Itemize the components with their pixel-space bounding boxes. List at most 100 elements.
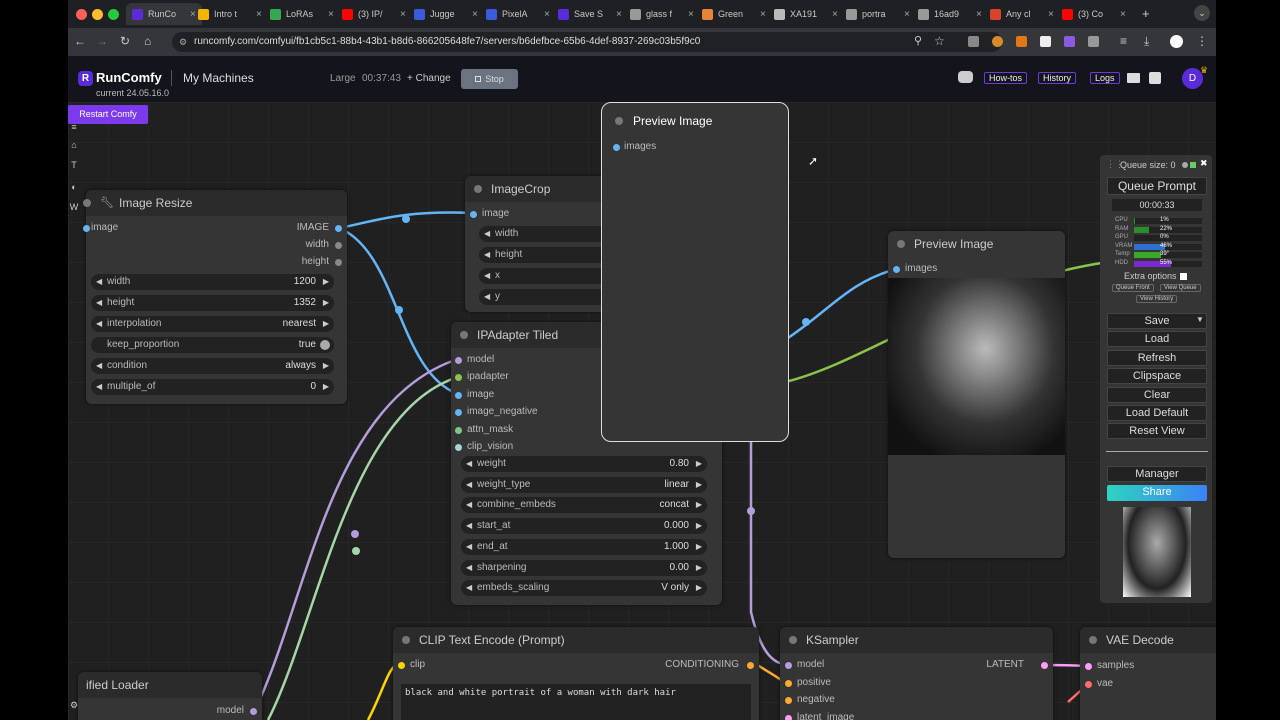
input-pin[interactable] xyxy=(893,266,900,273)
output-pin[interactable] xyxy=(335,225,342,232)
tab-close-icon[interactable]: × xyxy=(1048,9,1054,20)
node-canvas[interactable]: 🔧︎ Image Resize image IMAGE width height … xyxy=(68,102,1216,720)
image-resize-node[interactable]: 🔧︎ Image Resize image IMAGE width height … xyxy=(83,190,347,404)
restart-comfy-button[interactable]: Restart Comfy xyxy=(68,105,148,124)
input-pin[interactable] xyxy=(455,444,462,451)
arrow-right-icon[interactable]: ▶ xyxy=(696,518,702,534)
site-info-icon[interactable]: ⚙ xyxy=(179,32,187,52)
camera-extension-icon[interactable] xyxy=(968,36,979,47)
my-machines-link[interactable]: My Machines xyxy=(183,71,254,85)
ksampler-node[interactable]: KSampler model positive negative latent_ima… xyxy=(780,627,1053,720)
arrow-right-icon[interactable]: ▶ xyxy=(323,379,329,395)
collapse-dot[interactable] xyxy=(1089,636,1097,644)
reroute-dot[interactable] xyxy=(747,507,755,515)
collapse-dot[interactable] xyxy=(402,636,410,644)
tab-9[interactable]: XA191 × xyxy=(774,3,838,25)
widget-weight[interactable]: ◀ weight 0.80 ▶ xyxy=(461,456,707,472)
reload-icon[interactable]: ↻ xyxy=(120,34,130,48)
node-title[interactable]: CLIP Text Encode (Prompt) xyxy=(393,627,759,653)
tab-close-icon[interactable]: × xyxy=(904,9,910,20)
change-machine-link[interactable]: + Change xyxy=(407,73,451,84)
widget-weight_type[interactable]: ◀ weight_type linear ▶ xyxy=(461,476,707,493)
tab-13[interactable]: (3) Co × xyxy=(1062,3,1126,25)
tab-close-icon[interactable]: × xyxy=(328,9,334,20)
arrow-left-icon[interactable]: ◀ xyxy=(484,268,490,284)
tab-6[interactable]: Save S × xyxy=(558,3,622,25)
tab-close-icon[interactable]: × xyxy=(256,9,262,20)
panel-button-reset-view[interactable]: Reset View xyxy=(1107,423,1207,440)
preview-image-node-2[interactable]: Preview Image images xyxy=(888,231,1065,558)
widget-y[interactable]: ◀ y xyxy=(479,289,609,305)
discord-icon[interactable] xyxy=(958,71,973,83)
tab-close-icon[interactable]: × xyxy=(976,9,982,20)
workflow-tool[interactable]: W xyxy=(68,202,80,212)
tab-2[interactable]: LoRAs × xyxy=(270,3,334,25)
arrow-right-icon[interactable]: ▶ xyxy=(696,539,702,555)
arrow-right-icon[interactable]: ▶ xyxy=(323,295,329,311)
widget-keep_proportion[interactable]: keep_proportion true xyxy=(91,337,334,353)
widget-height[interactable]: ◀ height 1352 ▶ xyxy=(91,295,334,311)
panel-button-load-default[interactable]: Load Default xyxy=(1107,405,1207,421)
widget-embeds_scaling[interactable]: ◀ embeds_scaling V only ▶ xyxy=(461,580,707,597)
howtos-button[interactable]: How-tos xyxy=(984,72,1028,84)
input-pin[interactable] xyxy=(398,662,405,669)
arrow-left-icon[interactable]: ◀ xyxy=(466,456,472,472)
input-pin[interactable] xyxy=(455,391,462,399)
prompt-textarea[interactable]: black and white portrait of a woman with… xyxy=(401,684,751,720)
widget-start_at[interactable]: ◀ start_at 0.000 ▶ xyxy=(461,518,707,535)
thumbnail-image[interactable] xyxy=(1123,507,1191,597)
arrow-left-icon[interactable]: ◀ xyxy=(484,226,490,242)
tab-11[interactable]: 16ad9 × xyxy=(918,3,982,25)
home-icon[interactable]: ⌂ xyxy=(144,34,151,48)
node-title[interactable]: VAE Decode xyxy=(1080,627,1216,653)
reroute-dot[interactable] xyxy=(802,318,810,326)
metamask-extension-icon[interactable] xyxy=(1016,36,1027,47)
tab-12[interactable]: Any cl × xyxy=(990,3,1054,25)
node-title[interactable]: KSampler xyxy=(780,627,1053,653)
save-dropdown-icon[interactable]: ▼ xyxy=(1196,315,1204,324)
widget-x[interactable]: ◀ x xyxy=(479,268,609,284)
history-button[interactable]: History xyxy=(1038,72,1077,84)
close-window-icon[interactable] xyxy=(76,9,87,20)
tab-close-icon[interactable]: × xyxy=(472,9,478,20)
bookmark-star-icon[interactable]: ☆ xyxy=(934,34,945,48)
input-pin[interactable] xyxy=(785,679,792,687)
arrow-left-icon[interactable]: ◀ xyxy=(96,358,102,374)
new-tab-icon[interactable]: + xyxy=(1142,6,1150,21)
panel-button-save[interactable]: Save xyxy=(1107,313,1207,329)
tab-0[interactable]: RunCo × xyxy=(126,3,202,25)
logs-button[interactable]: Logs xyxy=(1090,72,1120,84)
arrow-right-icon[interactable]: ▶ xyxy=(696,560,702,576)
cube-icon[interactable]: ◐ xyxy=(68,182,80,192)
edit-icon[interactable] xyxy=(1149,72,1161,84)
collapse-dot[interactable] xyxy=(789,636,797,644)
panel-button-load[interactable]: Load xyxy=(1107,331,1207,348)
node-title[interactable]: ified Loader xyxy=(78,672,262,698)
widget-sharpening[interactable]: ◀ sharpening 0.00 ▶ xyxy=(461,559,707,576)
output-pin[interactable] xyxy=(335,259,342,266)
arrow-left-icon[interactable]: ◀ xyxy=(466,560,472,576)
input-pin[interactable] xyxy=(1085,681,1092,688)
tab-close-icon[interactable]: × xyxy=(544,9,550,20)
widget-interpolation[interactable]: ◀ interpolation nearest ▶ xyxy=(91,316,334,332)
profile-avatar[interactable] xyxy=(1170,35,1183,48)
arrow-left-icon[interactable]: ◀ xyxy=(96,274,102,290)
arrow-left-icon[interactable]: ◀ xyxy=(484,289,490,305)
input-pin[interactable] xyxy=(470,211,477,218)
tab-close-icon[interactable]: × xyxy=(616,9,622,20)
panel-button-refresh[interactable]: Refresh xyxy=(1107,349,1207,366)
forward-icon[interactable]: → xyxy=(96,34,108,48)
widget-condition[interactable]: ◀ condition always ▶ xyxy=(91,358,334,374)
menu-icon[interactable]: ≡ xyxy=(68,122,80,132)
s-extension-icon[interactable] xyxy=(1040,36,1051,47)
settings-icon[interactable] xyxy=(1182,162,1188,168)
arrow-left-icon[interactable]: ◀ xyxy=(466,580,472,596)
input-pin[interactable] xyxy=(455,357,462,364)
tab-search-icon[interactable]: ⌄ xyxy=(1194,5,1210,21)
back-icon[interactable]: ← xyxy=(74,34,86,48)
arrow-left-icon[interactable]: ◀ xyxy=(484,247,490,263)
reading-list-icon[interactable]: ≡ xyxy=(1120,34,1127,48)
menu-kebab-icon[interactable]: ⋮ xyxy=(1196,34,1208,48)
tab-close-icon[interactable]: × xyxy=(1120,9,1126,20)
download-icon[interactable]: ⤓ xyxy=(1144,34,1149,49)
